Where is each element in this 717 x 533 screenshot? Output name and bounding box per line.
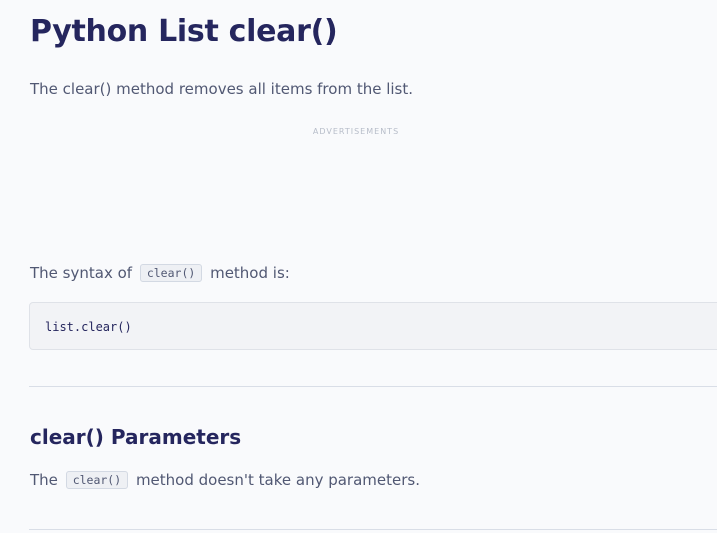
code-block-text: list.clear() xyxy=(45,320,132,334)
syntax-paragraph: The syntax of clear() method is: xyxy=(30,263,290,284)
parameters-text-before: The xyxy=(30,471,58,489)
parameters-heading: clear() Parameters xyxy=(30,425,242,449)
syntax-text-after: method is: xyxy=(210,264,290,282)
parameters-paragraph: The clear() method doesn't take any para… xyxy=(30,470,420,491)
inline-code-clear: clear() xyxy=(65,471,129,489)
inline-code-clear: clear() xyxy=(139,264,203,282)
advertisement-slot xyxy=(30,142,690,247)
article-content: Python List clear() The clear() method r… xyxy=(0,0,717,533)
section-divider xyxy=(29,386,717,387)
parameters-text-after: method doesn't take any parameters. xyxy=(135,471,420,489)
syntax-code-block[interactable]: list.clear() xyxy=(29,302,717,350)
section-divider xyxy=(29,529,717,530)
syntax-text-before: The syntax of xyxy=(30,264,133,282)
intro-paragraph: The clear() method removes all items fro… xyxy=(30,80,414,98)
advertisements-label: ADVERTISEMENTS xyxy=(312,127,400,136)
page-title: Python List clear() xyxy=(30,14,338,49)
